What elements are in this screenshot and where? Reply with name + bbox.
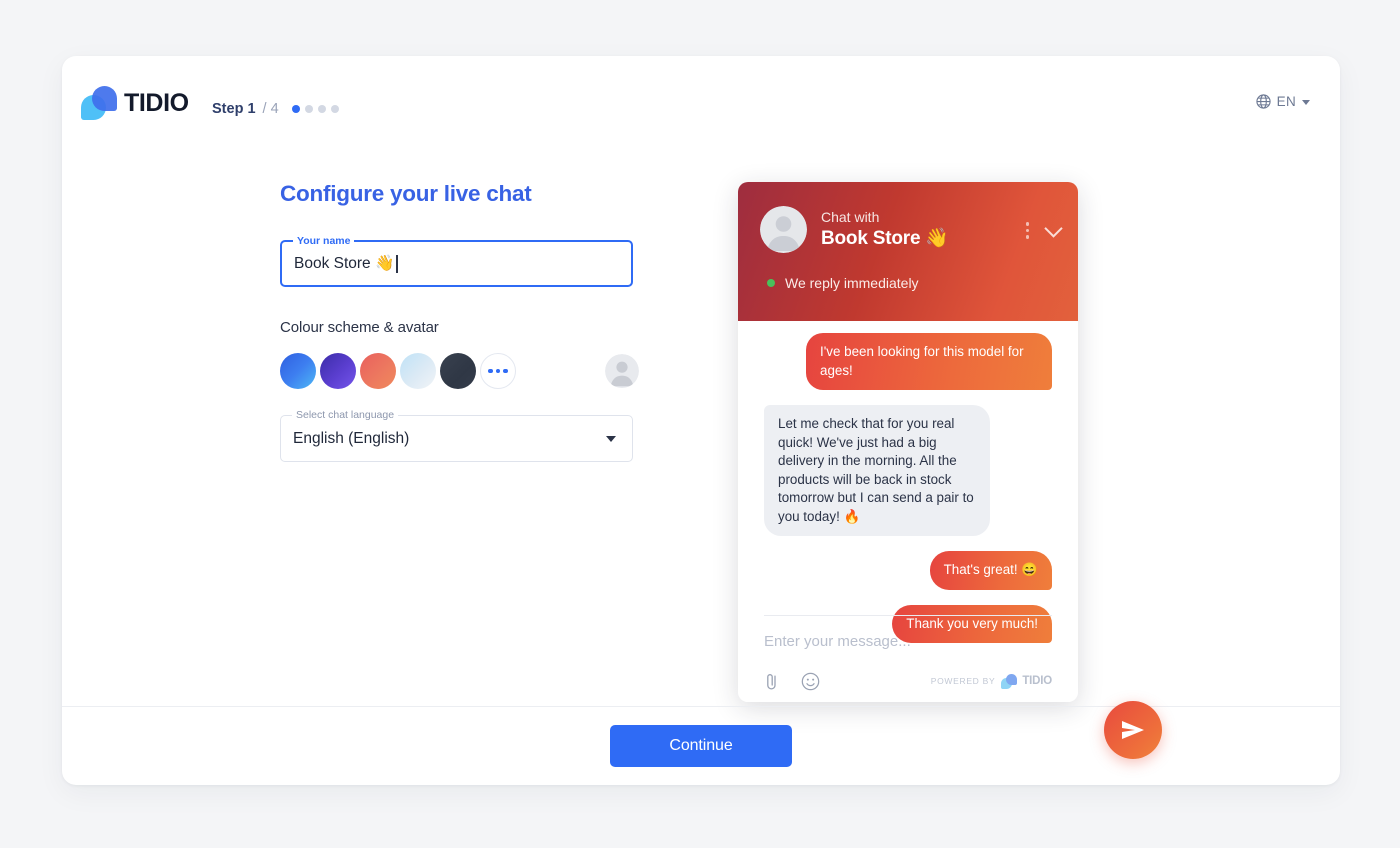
globe-icon bbox=[1256, 93, 1271, 109]
name-field-wrapper[interactable]: Your name Book Store 👋 bbox=[280, 235, 633, 287]
step-dot bbox=[317, 105, 326, 113]
chat-status-text: We reply immediately bbox=[785, 275, 919, 291]
language-field-value: English (English) bbox=[293, 429, 410, 447]
text-cursor bbox=[396, 254, 398, 273]
chat-widget-title-block: Chat with Book Store 👋 bbox=[821, 208, 1026, 251]
chat-widget-status: We reply immediately bbox=[738, 253, 1078, 291]
chevron-down-icon[interactable] bbox=[1044, 219, 1063, 238]
chat-widget-header: Chat with Book Store 👋 We reply immediat… bbox=[738, 182, 1078, 321]
swatch-blue[interactable] bbox=[280, 353, 316, 389]
more-vertical-icon[interactable] bbox=[1025, 222, 1029, 239]
swatch-purple[interactable] bbox=[320, 353, 356, 389]
divider bbox=[764, 615, 1052, 616]
chat-message-input[interactable]: Enter your message... bbox=[764, 633, 911, 650]
chat-widget-header-actions bbox=[1025, 219, 1063, 239]
chat-widget-header-top: Chat with Book Store 👋 bbox=[738, 182, 1078, 253]
avatar-placeholder-icon[interactable] bbox=[605, 354, 639, 388]
colour-swatch-row bbox=[280, 351, 640, 391]
chat-store-name: Book Store 👋 bbox=[821, 228, 949, 249]
top-bar: TIDIO Step 1 / 4 EN bbox=[62, 56, 1340, 152]
continue-button[interactable]: Continue bbox=[610, 725, 792, 767]
language-code: EN bbox=[1276, 93, 1296, 109]
language-switcher[interactable]: EN bbox=[1256, 88, 1310, 114]
chat-widget-footer: POWERED BY TIDIO bbox=[764, 668, 1052, 694]
powered-by-brand: TIDIO bbox=[1022, 675, 1052, 687]
swatch-dark[interactable] bbox=[440, 353, 476, 389]
step-dot bbox=[330, 105, 339, 113]
page-title: Configure your live chat bbox=[280, 181, 532, 206]
chevron-down-icon bbox=[606, 435, 616, 442]
colour-scheme-section-label: Colour scheme & avatar bbox=[280, 319, 439, 336]
step-dots bbox=[291, 105, 339, 113]
configuration-form: Configure your live chat Your name Book … bbox=[280, 181, 640, 462]
tidio-logo-icon bbox=[1001, 673, 1018, 689]
step-total-label: / 4 bbox=[262, 101, 279, 117]
step-current-label: Step 1 bbox=[212, 101, 256, 117]
language-select[interactable]: Select chat language English (English) bbox=[280, 409, 633, 462]
avatar-placeholder-icon bbox=[760, 206, 807, 253]
chat-widget-preview: Chat with Book Store 👋 We reply immediat… bbox=[738, 182, 1078, 702]
chat-message-row: That's great! 😄 bbox=[764, 551, 1052, 590]
smiley-icon[interactable] bbox=[801, 672, 820, 691]
brand-wordmark: TIDIO bbox=[124, 88, 189, 117]
language-field-wrapper: Select chat language English (English) bbox=[280, 409, 640, 462]
onboarding-card: TIDIO Step 1 / 4 EN Configure your live … bbox=[62, 56, 1340, 785]
step-dot bbox=[291, 105, 300, 113]
more-colours-button[interactable] bbox=[480, 353, 516, 389]
step-indicator: Step 1 / 4 bbox=[212, 98, 339, 120]
brand-logo-group: TIDIO bbox=[81, 86, 189, 120]
name-field-value: Book Store 👋 bbox=[294, 242, 398, 285]
chat-widget-message-list: I've been looking for this model for age… bbox=[738, 321, 1078, 702]
swatch-coral[interactable] bbox=[360, 353, 396, 389]
chat-message-bubble: Thank you very much! bbox=[892, 604, 1052, 643]
chat-message-bubble: Let me check that for you real quick! We… bbox=[764, 405, 990, 536]
powered-by-badge: POWERED BY TIDIO bbox=[930, 673, 1052, 689]
status-badge bbox=[767, 279, 775, 287]
send-icon bbox=[1122, 721, 1144, 739]
chat-message-row: I've been looking for this model for age… bbox=[764, 333, 1052, 390]
chat-message-bubble: That's great! 😄 bbox=[929, 551, 1052, 590]
chat-message-bubble: I've been looking for this model for age… bbox=[806, 333, 1052, 390]
chevron-down-icon bbox=[1302, 99, 1310, 105]
tidio-logo-icon bbox=[81, 86, 117, 120]
powered-by-text: POWERED BY bbox=[930, 676, 996, 686]
name-field-text: Book Store 👋 bbox=[294, 255, 395, 272]
paperclip-icon[interactable] bbox=[764, 672, 779, 691]
swatch-light-blue[interactable] bbox=[400, 353, 436, 389]
chat-with-label: Chat with bbox=[821, 209, 880, 225]
send-button[interactable] bbox=[1104, 701, 1162, 759]
step-dot bbox=[304, 105, 313, 113]
chat-message-row: Let me check that for you real quick! We… bbox=[764, 405, 1052, 536]
